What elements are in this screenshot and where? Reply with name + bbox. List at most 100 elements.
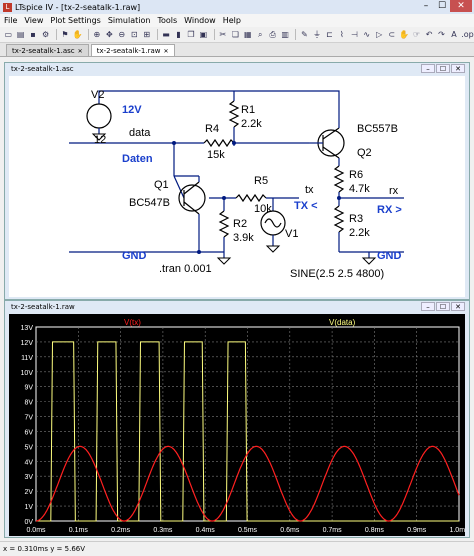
tab-schematic-label: tx-2-seatalk-1.asc — [12, 47, 75, 55]
y-tick-label: 1V — [24, 504, 33, 511]
cut-icon[interactable]: ✂ — [218, 29, 228, 40]
maximize-button[interactable]: ☐ — [434, 0, 450, 12]
wire-icon[interactable]: ✎ — [299, 29, 309, 40]
copy-icon[interactable]: ❏ — [230, 29, 240, 40]
open-file-icon[interactable]: ▤ — [15, 29, 25, 40]
x-tick-label: 1.0ms — [449, 527, 465, 534]
x-tick-label: 0.7ms — [323, 527, 343, 534]
zoom-fit-icon[interactable]: ⊡ — [129, 29, 139, 40]
save-icon[interactable]: ▪ — [28, 29, 38, 40]
label-tran-directive: .tran 0.001 — [159, 263, 212, 275]
label-r4-value: 15k — [207, 149, 225, 161]
label-r4: R4 — [205, 123, 219, 135]
component-icon[interactable]: ⊂ — [386, 29, 396, 40]
zoom-out-icon[interactable]: ⊖ — [117, 29, 127, 40]
print-preview-icon[interactable]: ▥ — [280, 29, 290, 40]
label-v2: V2 — [91, 89, 104, 101]
settings-icon[interactable]: ⚙ — [40, 29, 50, 40]
tab-schematic[interactable]: tx-2-seatalk-1.asc ✕ — [6, 44, 89, 56]
menu-tools[interactable]: Tools — [157, 16, 177, 25]
waveform-window-title: tx-2-seatalk-1.raw — [5, 301, 469, 313]
menu-file[interactable]: File — [4, 16, 17, 25]
waveform-canvas[interactable]: 0V 1V 2V 3V 4V 5V 6V 7V 8V 9V 10V 11V 12V 13V 0.0ms 0.… — [9, 314, 469, 536]
label-gnd-right: GND — [377, 250, 402, 262]
legend-v-data[interactable]: V(data) — [329, 318, 356, 327]
schematic-close-button[interactable]: ✕ — [451, 64, 465, 73]
tab-close-icon[interactable]: ✕ — [163, 48, 168, 55]
undo-icon[interactable]: ↶ — [424, 29, 434, 40]
run-icon[interactable]: ⚑ — [60, 29, 70, 40]
tile-horizontal-icon[interactable]: ▬ — [161, 29, 171, 40]
schematic-title: tx-2-seatalk-1.asc — [11, 65, 74, 73]
x-tick-label: 0.6ms — [280, 527, 300, 534]
label-q2-type: BC557B — [357, 123, 398, 135]
y-tick-label: 8V — [24, 400, 33, 407]
tab-close-icon[interactable]: ✕ — [78, 48, 83, 55]
waveform-plot: 0V 1V 2V 3V 4V 5V 6V 7V 8V 9V 10V 11V 12V 13V 0.0ms 0.… — [21, 318, 469, 534]
resistor-r6 — [333, 165, 345, 193]
waveform-maximize-button[interactable]: ☐ — [436, 302, 450, 311]
label-gnd-left: GND — [122, 250, 147, 262]
voltage-source-v2 — [86, 103, 112, 129]
print-icon[interactable]: ⎙ — [267, 29, 277, 40]
transistor-q1 — [178, 184, 206, 212]
toolbar: ▭ ▤ ▪ ⚙ ⚑ ✋ ⊕ ✥ ⊖ ⊡ ⊞ ▬ ▮ ❐ ▣ ✂ ❏ ▦ ⌕ ⎙ … — [0, 27, 474, 43]
label-r6-value: 4.7k — [349, 183, 370, 195]
drag-icon[interactable]: ☞ — [411, 29, 421, 40]
autorange-icon[interactable]: ⊞ — [141, 29, 151, 40]
waveform-minimize-button[interactable]: – — [421, 302, 435, 311]
close-button[interactable]: ✕ — [450, 0, 472, 12]
menu-help[interactable]: Help — [223, 16, 241, 25]
diode-icon[interactable]: ▷ — [374, 29, 384, 40]
schematic-maximize-button[interactable]: ☐ — [436, 64, 450, 73]
resistor-r4 — [203, 138, 235, 148]
pan-icon[interactable]: ✥ — [104, 29, 114, 40]
tab-waveform-label: tx-2-seatalk-1.raw — [96, 47, 161, 55]
text-icon[interactable]: A — [449, 29, 459, 40]
document-tab-bar: tx-2-seatalk-1.asc ✕ tx-2-seatalk-1.raw ✕ — [0, 43, 474, 57]
x-tick-label: 0.4ms — [196, 527, 216, 534]
close-all-icon[interactable]: ▣ — [198, 29, 208, 40]
ground-icon[interactable]: ⏚ — [312, 29, 322, 40]
waveform-title: tx-2-seatalk-1.raw — [11, 303, 75, 311]
waveform-close-button[interactable]: ✕ — [451, 302, 465, 311]
label-12v-net: 12V — [122, 104, 142, 116]
label-q2: Q2 — [357, 147, 372, 159]
label-tx-port: TX < — [294, 200, 318, 212]
cascade-icon[interactable]: ❐ — [186, 29, 196, 40]
redo-icon[interactable]: ↷ — [436, 29, 446, 40]
label-daten-net: Daten — [122, 153, 153, 165]
label-net-icon[interactable]: ⊏ — [324, 29, 334, 40]
tile-vertical-icon[interactable]: ▮ — [173, 29, 183, 40]
move-icon[interactable]: ✋ — [399, 29, 409, 40]
label-r1: R1 — [241, 104, 255, 116]
menu-simulation[interactable]: Simulation — [108, 16, 151, 25]
y-tick-label: 7V — [24, 415, 33, 422]
tab-waveform[interactable]: tx-2-seatalk-1.raw ✕ — [90, 44, 175, 56]
y-tick-label: 0V — [24, 519, 33, 526]
schematic-minimize-button[interactable]: – — [421, 64, 435, 73]
legend-v-tx[interactable]: V(tx) — [124, 318, 141, 327]
minimize-button[interactable]: – — [418, 0, 434, 12]
x-tick-label: 0.3ms — [153, 527, 173, 534]
ground-symbol-v1 — [265, 245, 281, 253]
zoom-in-icon[interactable]: ⊕ — [92, 29, 102, 40]
menu-plot-settings[interactable]: Plot Settings — [50, 16, 100, 25]
inductor-icon[interactable]: ∿ — [362, 29, 372, 40]
open-folder-icon[interactable]: ▭ — [3, 29, 13, 40]
y-tick-label: 12V — [21, 340, 34, 347]
paste-icon[interactable]: ▦ — [243, 29, 253, 40]
spice-directive-icon[interactable]: .op — [461, 29, 474, 40]
menu-view[interactable]: View — [24, 16, 43, 25]
label-r5: R5 — [254, 175, 268, 187]
label-v1: V1 — [285, 228, 298, 240]
resistor-icon[interactable]: ⌇ — [337, 29, 347, 40]
schematic-canvas[interactable]: V2 12 R1 2.2k data R4 15k BC557B Q2 R6 4… — [9, 76, 465, 297]
schematic-window-title: tx-2-seatalk-1.asc — [5, 63, 469, 75]
menu-window[interactable]: Window — [184, 16, 216, 25]
find-icon[interactable]: ⌕ — [255, 29, 265, 40]
halt-icon[interactable]: ✋ — [72, 29, 82, 40]
capacitor-icon[interactable]: ⊣ — [349, 29, 359, 40]
ground-symbol-r3 — [361, 257, 377, 265]
label-r3-value: 2.2k — [349, 227, 370, 239]
